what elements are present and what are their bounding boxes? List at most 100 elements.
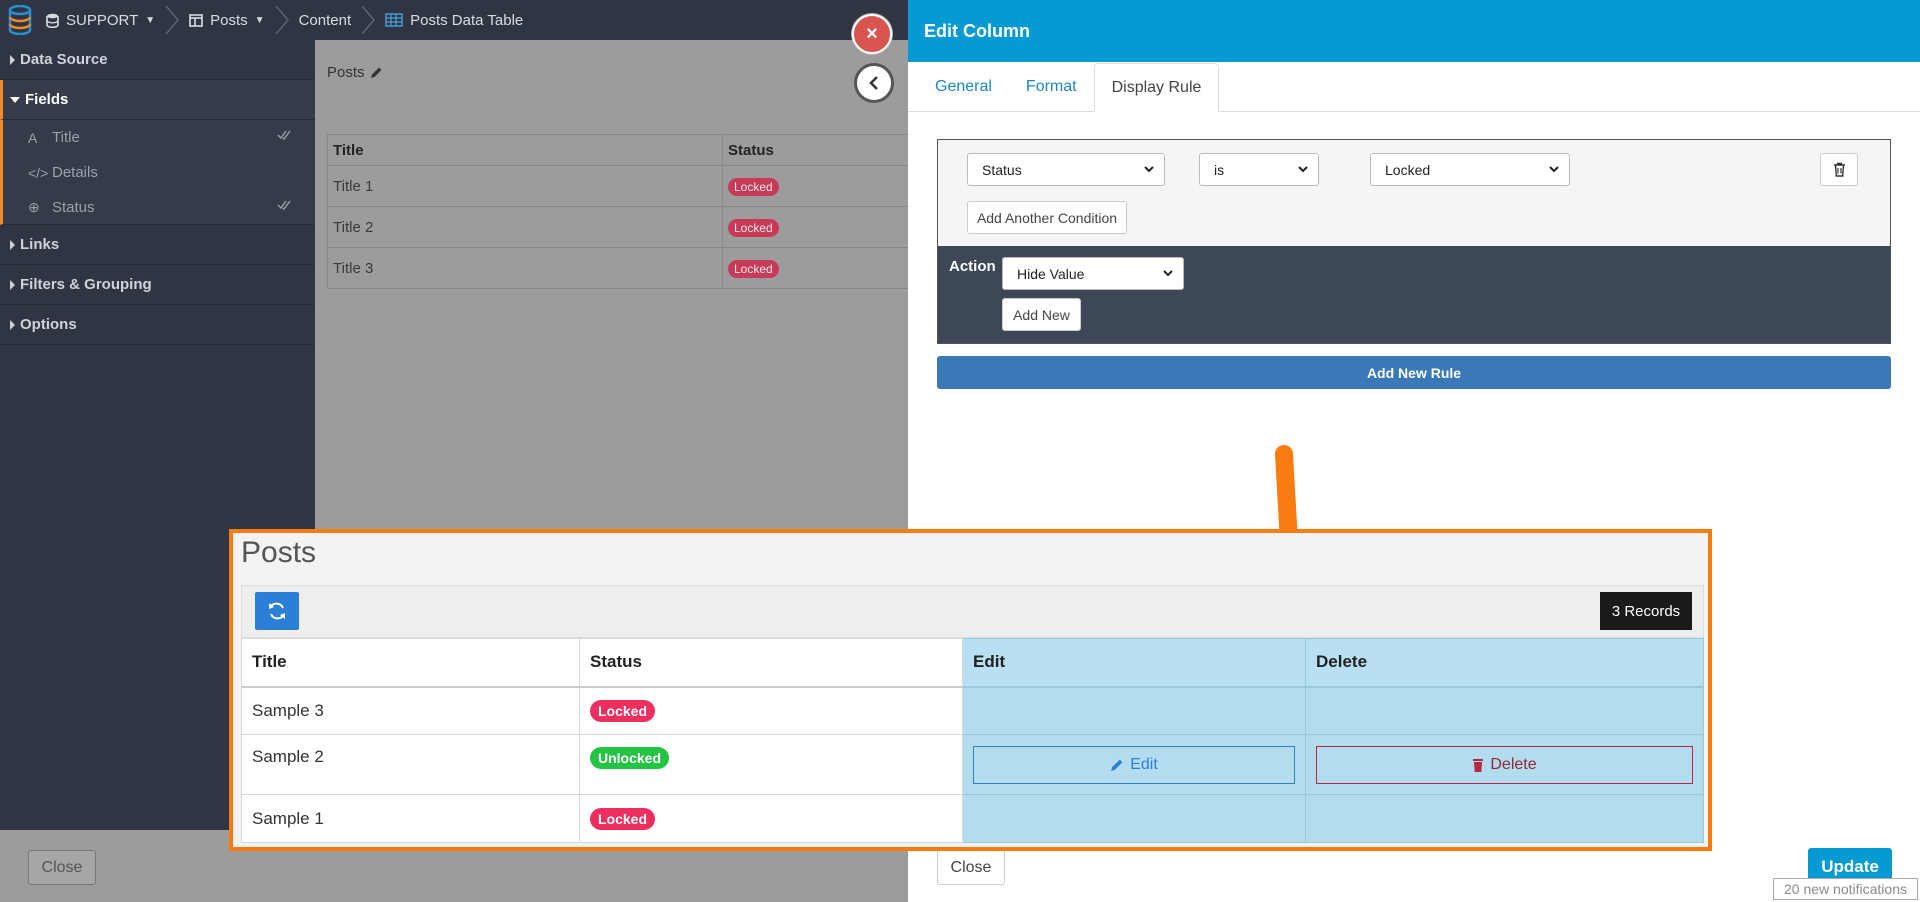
sidebar-item-links[interactable]: Links <box>0 225 315 265</box>
status-badge: Locked <box>728 218 779 237</box>
circle-plus-icon: ⊕ <box>28 198 40 215</box>
breadcrumb-section[interactable]: Content <box>293 0 358 40</box>
collapse-caret-icon <box>10 96 20 103</box>
preview-toolbar <box>241 585 1704 638</box>
expand-caret-icon <box>10 319 15 330</box>
cell-delete <box>1305 794 1704 843</box>
database-icon <box>46 13 59 28</box>
breadcrumb-module[interactable]: Posts ▼ <box>183 0 270 40</box>
text-field-icon: A <box>28 129 38 146</box>
table-row: Title 1 Locked <box>327 165 927 207</box>
cell-edit: Edit <box>962 734 1306 795</box>
app-logo[interactable] <box>0 0 40 40</box>
table-row: Sample 1 Locked <box>241 794 1704 843</box>
table-row: Sample 2 Unlocked Edit Delete <box>241 734 1704 795</box>
close-panel-button[interactable]: × <box>852 14 892 54</box>
close-button[interactable]: Close <box>28 850 96 885</box>
add-new-action-button[interactable]: Add New <box>1002 298 1081 331</box>
delete-button[interactable]: Delete <box>1316 745 1693 784</box>
breadcrumb-separator-icon <box>275 5 289 35</box>
cell-edit <box>962 686 1306 735</box>
expand-caret-icon <box>10 279 15 290</box>
cell-delete <box>1305 686 1704 735</box>
column-header: Title <box>327 134 723 166</box>
checks-icon <box>277 199 291 211</box>
panel-title: Edit Column <box>908 0 1920 62</box>
action-select[interactable]: Hide Value <box>1002 257 1184 290</box>
column-header: Status <box>722 134 927 166</box>
refresh-icon <box>269 602 285 620</box>
tab-display-rule[interactable]: Display Rule <box>1093 63 1220 112</box>
cell-status: Unlocked <box>579 734 963 795</box>
preview-title: Posts <box>241 536 317 569</box>
cell-status: Locked <box>579 794 963 843</box>
expand-caret-icon <box>10 54 15 65</box>
edit-button[interactable]: Edit <box>973 745 1295 784</box>
breadcrumb-page-label: Posts Data Table <box>410 11 524 29</box>
sidebar-item-label: Data Source <box>20 51 108 68</box>
pencil-icon <box>1111 759 1123 771</box>
field-label: Status <box>52 198 95 216</box>
cell-title: Title 1 <box>327 165 723 207</box>
tab-format[interactable]: Format <box>1009 63 1094 111</box>
trash-icon <box>1473 758 1484 772</box>
column-header: Status <box>579 638 963 688</box>
field-label: Details <box>52 164 98 181</box>
breadcrumb-app-label: SUPPORT <box>66 11 139 29</box>
select-value: is <box>1214 161 1225 178</box>
code-icon: </> <box>28 164 49 181</box>
cell-status: Locked <box>579 686 963 735</box>
pencil-icon <box>370 67 382 78</box>
column-header: Title <box>241 638 580 688</box>
chevron-down-icon <box>1144 166 1154 173</box>
top-navigation: SUPPORT ▼ Posts ▼ Content Posts Data Tab… <box>0 0 908 40</box>
table-row: Sample 3 Locked <box>241 686 1704 735</box>
sidebar-item-fields[interactable]: Fields <box>0 80 315 120</box>
edit-button-label: Edit <box>1130 755 1158 773</box>
canvas-title[interactable]: Posts <box>327 64 383 81</box>
status-badge: Locked <box>590 807 656 830</box>
notifications-badge[interactable]: 20 new notifications <box>1773 878 1918 900</box>
cell-status: Locked <box>722 165 927 207</box>
sidebar-item-filters[interactable]: Filters & Grouping <box>0 265 315 305</box>
chevron-down-icon <box>1549 166 1559 173</box>
checks-icon <box>277 129 291 141</box>
canvas-table: Title Status Title 1 Locked Title 2 Lock… <box>327 134 927 289</box>
condition-value-select[interactable]: Locked <box>1370 153 1570 186</box>
panel-close-button[interactable]: Close <box>937 850 1005 885</box>
back-button[interactable] <box>854 63 894 103</box>
sidebar-item-data-source[interactable]: Data Source <box>0 40 315 80</box>
status-badge: Locked <box>728 177 779 196</box>
chevron-down-icon <box>1298 166 1308 173</box>
add-new-rule-button[interactable]: Add New Rule <box>937 356 1891 389</box>
sidebar-item-label: Options <box>20 316 77 333</box>
refresh-button[interactable] <box>255 592 299 630</box>
breadcrumb-app[interactable]: SUPPORT ▼ <box>40 0 161 40</box>
expand-caret-icon <box>10 239 15 250</box>
breadcrumb-separator-icon <box>361 5 376 35</box>
status-badge: Locked <box>728 259 779 278</box>
sidebar-item-options[interactable]: Options <box>0 305 315 345</box>
cell-status: Locked <box>722 247 927 289</box>
select-value: Status <box>982 161 1022 178</box>
column-header: Edit <box>962 638 1306 688</box>
add-condition-button[interactable]: Add Another Condition <box>967 201 1127 234</box>
breadcrumb-page[interactable]: Posts Data Table <box>379 0 529 40</box>
sidebar-field-details[interactable]: </> Details <box>0 155 315 190</box>
table-row: Title 3 Locked <box>327 247 927 289</box>
action-label: Action <box>949 258 996 275</box>
canvas-title-label: Posts <box>327 64 365 81</box>
tab-general[interactable]: General <box>918 63 1009 111</box>
cell-title: Sample 2 <box>241 734 580 795</box>
column-header: Delete <box>1305 638 1704 688</box>
layout-icon <box>189 13 203 27</box>
cell-edit <box>962 794 1306 843</box>
cell-title: Title 3 <box>327 247 723 289</box>
condition-field-select[interactable]: Status <box>967 153 1165 186</box>
sidebar-field-title[interactable]: A Title <box>0 120 315 155</box>
sidebar-field-status[interactable]: ⊕ Status <box>0 190 315 225</box>
cell-title: Sample 1 <box>241 794 580 843</box>
status-badge: Locked <box>590 699 656 722</box>
condition-operator-select[interactable]: is <box>1199 153 1319 186</box>
delete-condition-button[interactable] <box>1820 153 1858 186</box>
